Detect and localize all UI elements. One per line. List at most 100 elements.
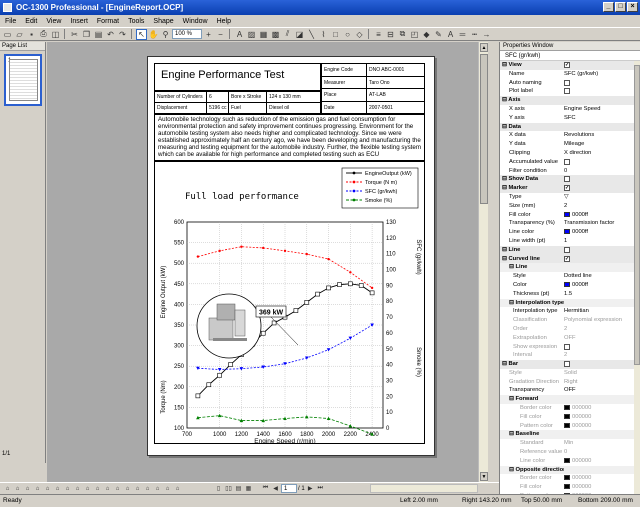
property-category[interactable]: ⊟ Line bbox=[500, 263, 640, 273]
color-swatch[interactable] bbox=[564, 422, 570, 428]
description-text[interactable]: Automobile technology such as reduction … bbox=[154, 114, 425, 161]
scroll-up-icon[interactable]: ▲ bbox=[480, 43, 488, 52]
draw-icon[interactable]: ⌂ bbox=[33, 484, 42, 493]
properties-scrollbar[interactable] bbox=[634, 61, 640, 494]
property-row[interactable]: Thickness (pt) 1.5 bbox=[500, 290, 640, 299]
property-category[interactable]: ⊟ Curved line ✓ bbox=[500, 254, 640, 264]
view-grid-icon[interactable]: ▦ bbox=[244, 484, 253, 493]
checkbox[interactable]: ✓ bbox=[564, 255, 570, 262]
property-category[interactable]: ⊟ Bar bbox=[500, 360, 640, 369]
property-value[interactable]: Polynomial expression bbox=[564, 316, 640, 325]
property-value[interactable]: 000000 bbox=[564, 413, 640, 422]
font-color-icon[interactable]: A bbox=[445, 29, 456, 40]
property-value[interactable] bbox=[564, 343, 640, 352]
performance-chart[interactable]: Full load performance 700 1000 1200 1400 160… bbox=[154, 161, 425, 445]
color-swatch[interactable] bbox=[564, 475, 570, 481]
line-style-icon[interactable]: ═ bbox=[457, 29, 468, 40]
scroll-thumb[interactable] bbox=[634, 65, 640, 365]
view-continuous-icon[interactable]: ▤ bbox=[234, 484, 243, 493]
property-row[interactable]: Border color 000000 bbox=[500, 474, 640, 483]
property-value[interactable]: ✓ bbox=[564, 61, 640, 70]
report-title[interactable]: Engine Performance Test bbox=[154, 63, 321, 91]
next-page-icon[interactable]: ▶ bbox=[306, 484, 315, 493]
property-row[interactable]: Style Solid bbox=[500, 369, 640, 378]
property-value[interactable] bbox=[564, 158, 640, 167]
checkbox[interactable] bbox=[564, 361, 570, 368]
menu-format[interactable]: Format bbox=[96, 18, 120, 25]
new-icon[interactable]: ▭ bbox=[2, 29, 13, 40]
property-value[interactable]: Hermitian bbox=[564, 307, 640, 316]
property-value[interactable]: OFF bbox=[564, 386, 640, 395]
property-value[interactable]: Revolutions bbox=[564, 131, 640, 140]
property-row[interactable]: Line color 000000 bbox=[500, 457, 640, 466]
property-value[interactable]: ✓ bbox=[564, 184, 640, 193]
property-value[interactable]: 0 bbox=[564, 167, 640, 176]
close-button[interactable]: × bbox=[627, 2, 638, 12]
property-category[interactable]: ⊟ Baseline bbox=[500, 430, 640, 440]
last-page-icon[interactable]: ⏭ bbox=[316, 484, 325, 493]
checkbox[interactable] bbox=[564, 343, 570, 350]
page-number-input[interactable]: 1 bbox=[281, 484, 297, 493]
property-row[interactable]: X axis Engine Speed bbox=[500, 105, 640, 114]
paste-icon[interactable]: ▤ bbox=[93, 29, 104, 40]
property-value[interactable] bbox=[564, 466, 640, 475]
rectangle-tool-icon[interactable]: □ bbox=[330, 29, 341, 40]
property-category[interactable]: ⊟ Show Data bbox=[500, 175, 640, 185]
property-value[interactable]: Dotted line bbox=[564, 272, 640, 281]
color-swatch[interactable] bbox=[564, 413, 570, 419]
view-double-icon[interactable]: ▯▯ bbox=[224, 484, 233, 493]
engine-photo[interactable] bbox=[196, 293, 262, 359]
property-value[interactable] bbox=[564, 79, 640, 88]
menu-edit[interactable]: Edit bbox=[24, 18, 38, 25]
property-row[interactable]: Filter condition 0 bbox=[500, 167, 640, 176]
property-row[interactable]: Line color 0000ff bbox=[500, 228, 640, 237]
checkbox[interactable] bbox=[564, 79, 570, 86]
menu-tools[interactable]: Tools bbox=[127, 18, 145, 25]
page-thumbnail[interactable]: 1 bbox=[4, 54, 42, 106]
checkbox[interactable] bbox=[564, 158, 570, 165]
table-tool-icon[interactable]: ▦ bbox=[258, 29, 269, 40]
property-row[interactable]: Classification Polynomial expression bbox=[500, 316, 640, 325]
color-swatch[interactable] bbox=[564, 229, 570, 235]
properties-selected-object[interactable]: SFC (gr/kwh) bbox=[500, 51, 640, 61]
property-row[interactable]: Gradation Direction Right bbox=[500, 378, 640, 387]
ellipse-tool-icon[interactable]: ○ bbox=[342, 29, 353, 40]
property-row[interactable]: Interpolation type Hermitian bbox=[500, 307, 640, 316]
draw-icon[interactable]: ⌂ bbox=[123, 484, 132, 493]
draw-icon[interactable]: ⌂ bbox=[3, 484, 12, 493]
distribute-icon[interactable]: ⊟ bbox=[385, 29, 396, 40]
property-value[interactable]: 1 bbox=[564, 237, 640, 246]
pointer-icon[interactable]: ↖ bbox=[136, 28, 147, 40]
property-category[interactable]: ⊟ Data bbox=[500, 122, 640, 132]
property-row[interactable]: X data Revolutions bbox=[500, 131, 640, 140]
checkbox[interactable]: ✓ bbox=[564, 185, 570, 192]
property-row[interactable]: Order 2 bbox=[500, 325, 640, 334]
property-value[interactable]: 2 bbox=[564, 325, 640, 334]
property-row[interactable]: Size (mm) 2 bbox=[500, 202, 640, 211]
property-row[interactable]: Reference value 0 bbox=[500, 448, 640, 457]
view-single-icon[interactable]: ▯ bbox=[214, 484, 223, 493]
property-value[interactable]: Mileage bbox=[564, 140, 640, 149]
property-value[interactable]: ▽ bbox=[564, 193, 640, 202]
color-swatch[interactable] bbox=[564, 211, 570, 217]
draw-icon[interactable]: ⌂ bbox=[103, 484, 112, 493]
property-value[interactable]: 000000 bbox=[564, 474, 640, 483]
property-row[interactable]: Y axis SFC bbox=[500, 114, 640, 123]
property-value[interactable] bbox=[564, 299, 640, 308]
property-row[interactable]: Accumulated value bbox=[500, 158, 640, 167]
align-icon[interactable]: ≡ bbox=[373, 29, 384, 40]
property-category[interactable]: ⊟ View ✓ bbox=[500, 61, 640, 70]
draw-icon[interactable]: ⌂ bbox=[73, 484, 82, 493]
property-row[interactable]: Name SFC (gr/kwh) bbox=[500, 70, 640, 79]
menu-insert[interactable]: Insert bbox=[69, 18, 89, 25]
shape-tool-icon[interactable]: ◇ bbox=[354, 29, 365, 40]
property-category[interactable]: ⊟ Forward bbox=[500, 395, 640, 405]
draw-icon[interactable]: ⌂ bbox=[173, 484, 182, 493]
property-value[interactable]: 2 bbox=[564, 351, 640, 360]
menu-file[interactable]: File bbox=[4, 18, 17, 25]
property-value[interactable]: SFC bbox=[564, 114, 640, 123]
cut-icon[interactable]: ✂ bbox=[69, 29, 80, 40]
checkbox[interactable] bbox=[564, 246, 570, 253]
line-color-icon[interactable]: ✎ bbox=[433, 29, 444, 40]
save-icon[interactable]: ▪ bbox=[26, 29, 37, 40]
